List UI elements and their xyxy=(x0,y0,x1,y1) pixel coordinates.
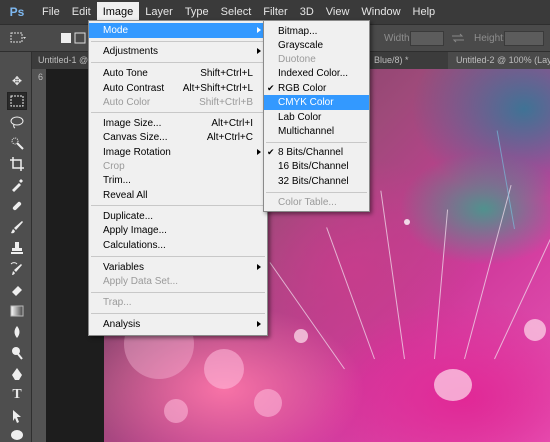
menu-item-canvas-size[interactable]: Canvas Size... Alt+Ctrl+C xyxy=(89,130,267,145)
menu-layer[interactable]: Layer xyxy=(139,2,179,22)
menu-item-variables[interactable]: Variables xyxy=(89,260,267,275)
menu-item-adjustments[interactable]: Adjustments xyxy=(89,44,267,59)
tab-untitled-1[interactable]: Untitled-1 @ 6 xyxy=(30,52,90,82)
tools-panel: ✥ T xyxy=(0,52,32,442)
submenu-arrow-icon xyxy=(257,321,261,327)
mode-item-bitmap[interactable]: Bitmap... xyxy=(264,24,369,39)
menu-window[interactable]: Window xyxy=(355,2,406,22)
quick-select-tool-icon[interactable] xyxy=(7,134,27,152)
mode-item-32-bits[interactable]: 32 Bits/Channel xyxy=(264,174,369,189)
ellipse-tool-icon[interactable] xyxy=(7,426,27,442)
image-menu-dropdown: Mode Adjustments Auto Tone Shift+Ctrl+L A… xyxy=(88,20,268,336)
menu-item-auto-contrast[interactable]: Auto Contrast Alt+Shift+Ctrl+L xyxy=(89,81,267,96)
menu-view[interactable]: View xyxy=(320,2,356,22)
menu-item-reveal-all[interactable]: Reveal All xyxy=(89,188,267,203)
mode-item-rgb-color[interactable]: ✔ RGB Color xyxy=(264,81,369,96)
menu-help[interactable]: Help xyxy=(407,2,442,22)
menu-item-image-size[interactable]: Image Size... Alt+Ctrl+I xyxy=(89,116,267,131)
mode-item-cmyk-color[interactable]: CMYK Color xyxy=(264,95,369,110)
menu-separator xyxy=(91,112,265,113)
menu-item-auto-tone[interactable]: Auto Tone Shift+Ctrl+L xyxy=(89,66,267,81)
type-tool-icon[interactable]: T xyxy=(7,386,27,404)
menu-item-crop: Crop xyxy=(103,161,125,172)
menu-3d[interactable]: 3D xyxy=(294,2,320,22)
mode-item-8-bits[interactable]: ✔ 8 Bits/Channel xyxy=(264,145,369,160)
healing-brush-tool-icon[interactable] xyxy=(7,197,27,215)
menu-separator xyxy=(91,62,265,63)
menu-separator xyxy=(91,256,265,257)
marquee-tool-icon[interactable] xyxy=(7,92,27,110)
eraser-tool-icon[interactable] xyxy=(7,281,27,299)
mode-item-16-bits[interactable]: 16 Bits/Channel xyxy=(264,159,369,174)
path-select-tool-icon[interactable] xyxy=(7,407,27,425)
brush-tool-icon[interactable] xyxy=(7,218,27,236)
menu-separator xyxy=(91,313,265,314)
menu-item-analysis[interactable]: Analysis xyxy=(89,317,267,332)
menu-item-trim[interactable]: Trim... xyxy=(89,173,267,188)
width-label: Width: xyxy=(384,33,413,44)
menu-edit[interactable]: Edit xyxy=(66,2,97,22)
eyedropper-tool-icon[interactable] xyxy=(7,176,27,194)
clone-stamp-tool-icon[interactable] xyxy=(7,239,27,257)
menu-item-image-rotation[interactable]: Image Rotation xyxy=(89,145,267,160)
mode-item-lab-color[interactable]: Lab Color xyxy=(264,110,369,125)
menu-select[interactable]: Select xyxy=(215,2,258,22)
crop-tool-icon[interactable] xyxy=(7,155,27,173)
tab-current-document[interactable]: Blue/8) * xyxy=(366,52,446,69)
menu-item-trap: Trap... xyxy=(103,297,132,308)
mode-item-multichannel[interactable]: Multichannel xyxy=(264,124,369,139)
move-tool-icon[interactable]: ✥ xyxy=(7,72,27,90)
submenu-arrow-icon xyxy=(257,48,261,54)
menu-item-mode[interactable]: Mode xyxy=(89,23,267,38)
menu-file[interactable]: File xyxy=(36,2,66,22)
gradient-tool-icon[interactable] xyxy=(7,302,27,320)
menu-item-apply-data-set: Apply Data Set... xyxy=(103,276,179,287)
mode-item-grayscale[interactable]: Grayscale xyxy=(264,38,369,53)
menu-item-auto-color: Auto Color Shift+Ctrl+B xyxy=(103,97,253,108)
mode-item-indexed-color[interactable]: Indexed Color... xyxy=(264,66,369,81)
photoshop-logo: Ps xyxy=(9,5,25,19)
menu-separator xyxy=(91,41,265,42)
mode-item-duotone: Duotone xyxy=(278,54,316,65)
submenu-arrow-icon xyxy=(257,27,261,33)
mode-submenu: Bitmap... Grayscale Duotone Indexed Colo… xyxy=(263,20,370,212)
dodge-tool-icon[interactable] xyxy=(7,344,27,362)
height-label: Height: xyxy=(474,33,506,44)
swap-dimensions-icon[interactable] xyxy=(450,31,466,45)
menu-separator xyxy=(266,192,367,193)
submenu-arrow-icon xyxy=(257,149,261,155)
menu-separator xyxy=(91,292,265,293)
marquee-preset-icon[interactable] xyxy=(10,31,26,45)
menu-filter[interactable]: Filter xyxy=(257,2,293,22)
width-field[interactable] xyxy=(410,31,444,46)
history-brush-tool-icon[interactable] xyxy=(7,260,27,278)
menu-item-apply-image[interactable]: Apply Image... xyxy=(89,223,267,238)
menu-item-calculations[interactable]: Calculations... xyxy=(89,238,267,253)
add-selection-icon[interactable] xyxy=(72,31,88,45)
lasso-tool-icon[interactable] xyxy=(7,113,27,131)
mode-item-color-table: Color Table... xyxy=(278,197,337,208)
menu-separator xyxy=(266,142,367,143)
height-field[interactable] xyxy=(504,31,544,46)
checkmark-icon: ✔ xyxy=(267,147,275,157)
menu-item-duplicate[interactable]: Duplicate... xyxy=(89,209,267,224)
pen-tool-icon[interactable] xyxy=(7,365,27,383)
menu-separator xyxy=(91,205,265,206)
menu-type[interactable]: Type xyxy=(179,2,215,22)
blur-tool-icon[interactable] xyxy=(7,323,27,341)
submenu-arrow-icon xyxy=(257,264,261,270)
checkmark-icon: ✔ xyxy=(267,83,275,93)
menu-image[interactable]: Image xyxy=(96,2,140,22)
tab-untitled-2[interactable]: Untitled-2 @ 100% (Layer 11, R xyxy=(448,52,550,69)
